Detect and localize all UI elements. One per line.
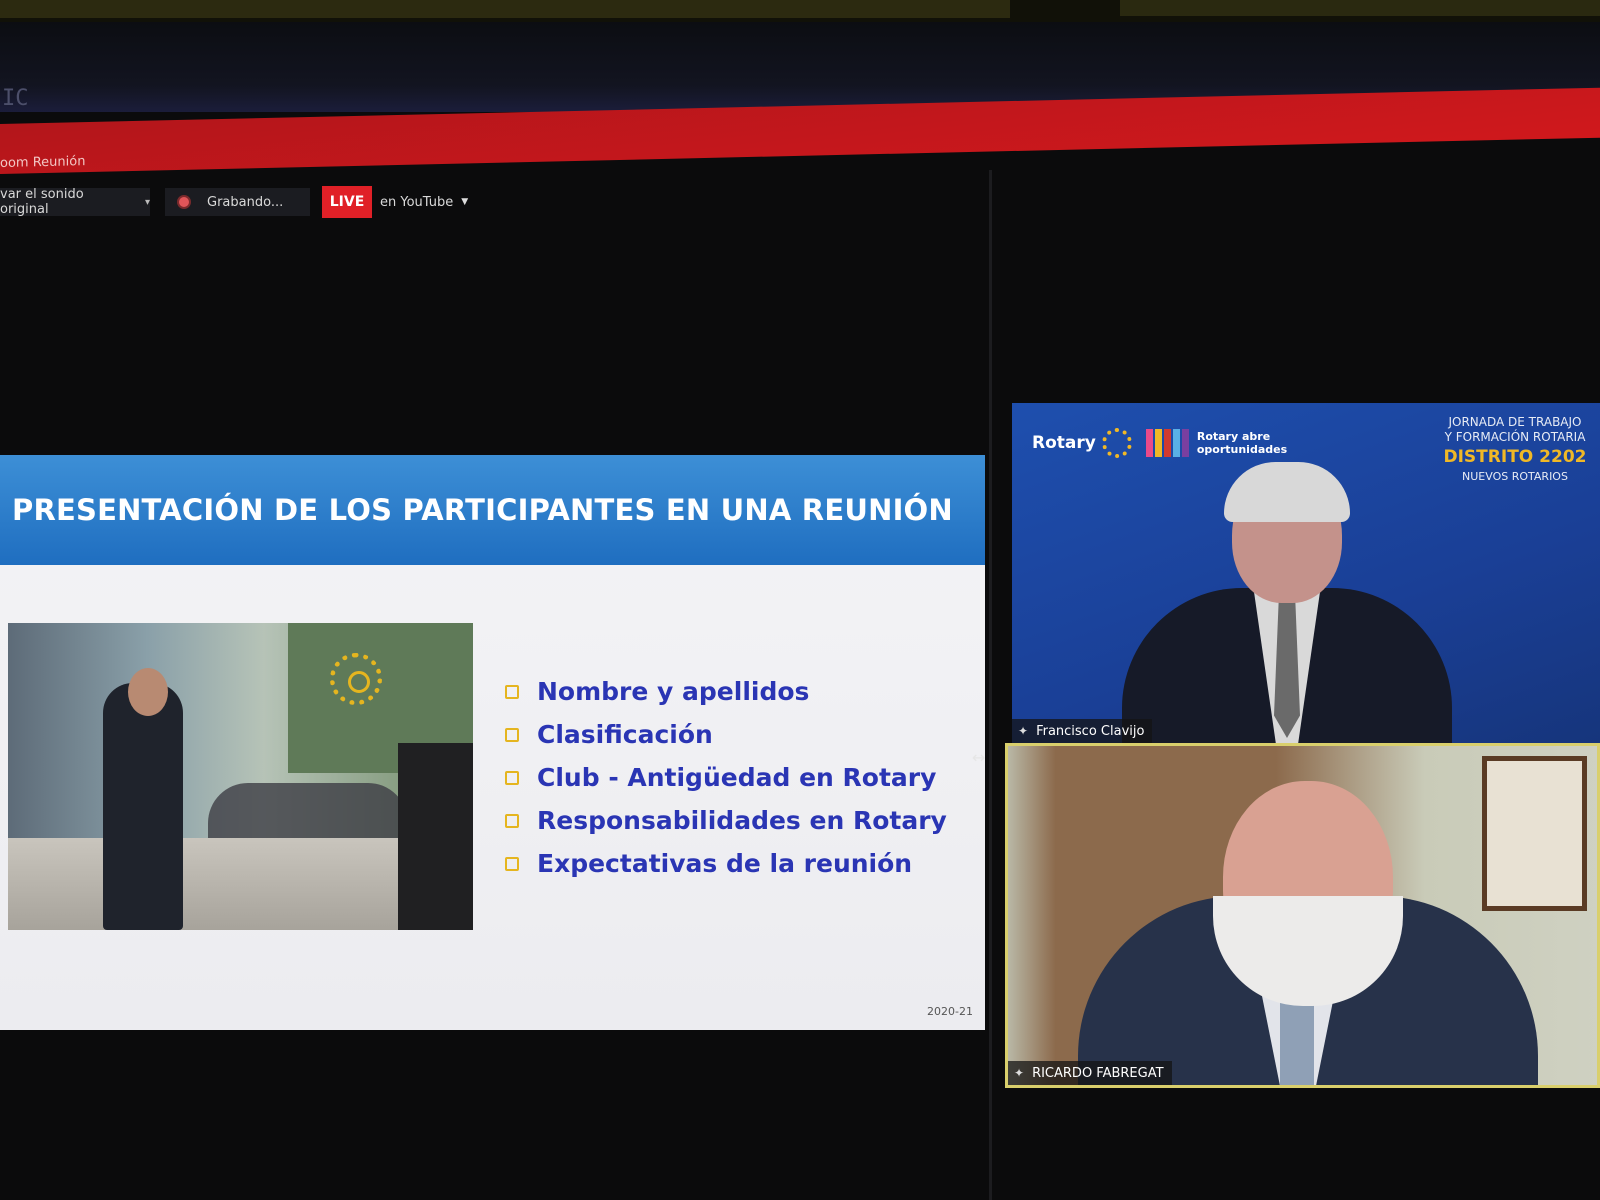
live-label: LIVE — [329, 194, 365, 210]
participant-video — [1122, 462, 1452, 743]
checkbox-bullet-icon — [505, 813, 519, 828]
list-item: Clasificación — [505, 713, 947, 756]
slide-photo — [8, 623, 473, 930]
slide-header: PRESENTACIÓN DE LOS PARTICIPANTES EN UNA… — [0, 455, 985, 565]
photo-camera — [398, 743, 473, 930]
checkbox-bullet-icon — [505, 727, 519, 742]
checkbox-bullet-icon — [505, 856, 519, 871]
screen-glare — [1120, 0, 1600, 16]
photo-speaker-head — [128, 668, 168, 716]
slide-title: PRESENTACIÓN DE LOS PARTICIPANTES EN UNA… — [12, 493, 953, 527]
resize-arrow-icon[interactable]: ↔ — [972, 748, 985, 767]
app-title: oom Reunión — [0, 154, 86, 171]
list-item: Club - Antigüedad en Rotary — [505, 756, 947, 799]
rotary-brand: Rotary — [1032, 433, 1096, 453]
pin-icon: ✦ — [1018, 724, 1029, 738]
participant-name: RICARDO FABREGAT — [1032, 1065, 1164, 1081]
meeting-toolbar: var el sonido original ▾ Grabando... LIV… — [0, 186, 600, 220]
event-line1: JORNADA DE TRABAJO — [1448, 415, 1582, 429]
live-badge[interactable]: LIVE — [322, 186, 372, 218]
rotary-logo: Rotary Rotary abre oportunidades — [1032, 428, 1307, 458]
event-banner: JORNADA DE TRABAJO Y FORMACIÓN ROTARIA D… — [1430, 415, 1600, 484]
screen-glare — [0, 0, 1010, 18]
checkbox-bullet-icon — [505, 770, 519, 785]
bullet-text: Club - Antigüedad en Rotary — [537, 763, 937, 792]
bullet-text: Clasificación — [537, 720, 713, 749]
rotary-theme-bars — [1145, 429, 1191, 457]
recording-indicator[interactable]: Grabando... — [165, 188, 310, 216]
wall-picture — [1482, 756, 1587, 911]
video-tile-francisco[interactable]: Rotary Rotary abre oportunidades JORNADA… — [1012, 403, 1600, 743]
district-label: DISTRITO 2202 — [1443, 447, 1587, 467]
bullet-text: Responsabilidades en Rotary — [537, 806, 947, 835]
list-item: Nombre y apellidos — [505, 670, 947, 713]
video-tile-ricardo[interactable]: ✦ RICARDO FABREGAT — [1005, 743, 1600, 1088]
rotary-wheel-icon — [1101, 428, 1132, 458]
checkbox-bullet-icon — [505, 684, 519, 699]
slide-bullet-list: Nombre y apellidos Clasificación Club - … — [505, 670, 947, 885]
rotary-wheel-icon — [330, 653, 382, 705]
pin-icon: ✦ — [1014, 1066, 1025, 1080]
view-divider[interactable] — [989, 170, 992, 1200]
participant-hair — [1224, 462, 1350, 522]
shared-screen-slide: PRESENTACIÓN DE LOS PARTICIPANTES EN UNA… — [0, 455, 985, 1030]
livestream-label: en YouTube — [380, 194, 454, 210]
original-sound-toggle[interactable]: var el sonido original ▾ — [0, 187, 150, 217]
list-item: Responsabilidades en Rotary — [505, 799, 947, 842]
list-item: Expectativas de la reunión — [505, 842, 947, 885]
record-icon — [177, 195, 191, 209]
bullet-text: Nombre y apellidos — [537, 677, 810, 706]
livestream-destination[interactable]: en YouTube ▼ — [380, 188, 468, 216]
chevron-down-icon[interactable]: ▾ — [145, 197, 150, 208]
participant-name: Francisco Clavijo — [1036, 723, 1145, 739]
slide-year: 2020-21 — [927, 1005, 973, 1018]
window-corner-text: IC — [2, 86, 29, 111]
monitor-bezel — [0, 0, 1600, 22]
original-sound-label: var el sonido original — [0, 187, 84, 217]
photo-speaker — [103, 683, 183, 930]
bullet-text: Expectativas de la reunión — [537, 849, 913, 878]
audience-label: NUEVOS ROTARIOS — [1462, 470, 1568, 483]
participant-name-tag: ✦ Francisco Clavijo — [1012, 719, 1153, 743]
event-line2: Y FORMACIÓN ROTARIA — [1444, 430, 1586, 444]
recording-label: Grabando... — [207, 194, 284, 210]
participant-name-tag: ✦ RICARDO FABREGAT — [1008, 1061, 1172, 1085]
chevron-down-icon[interactable]: ▼ — [461, 197, 468, 207]
rotary-tagline: Rotary abre oportunidades — [1196, 430, 1288, 456]
